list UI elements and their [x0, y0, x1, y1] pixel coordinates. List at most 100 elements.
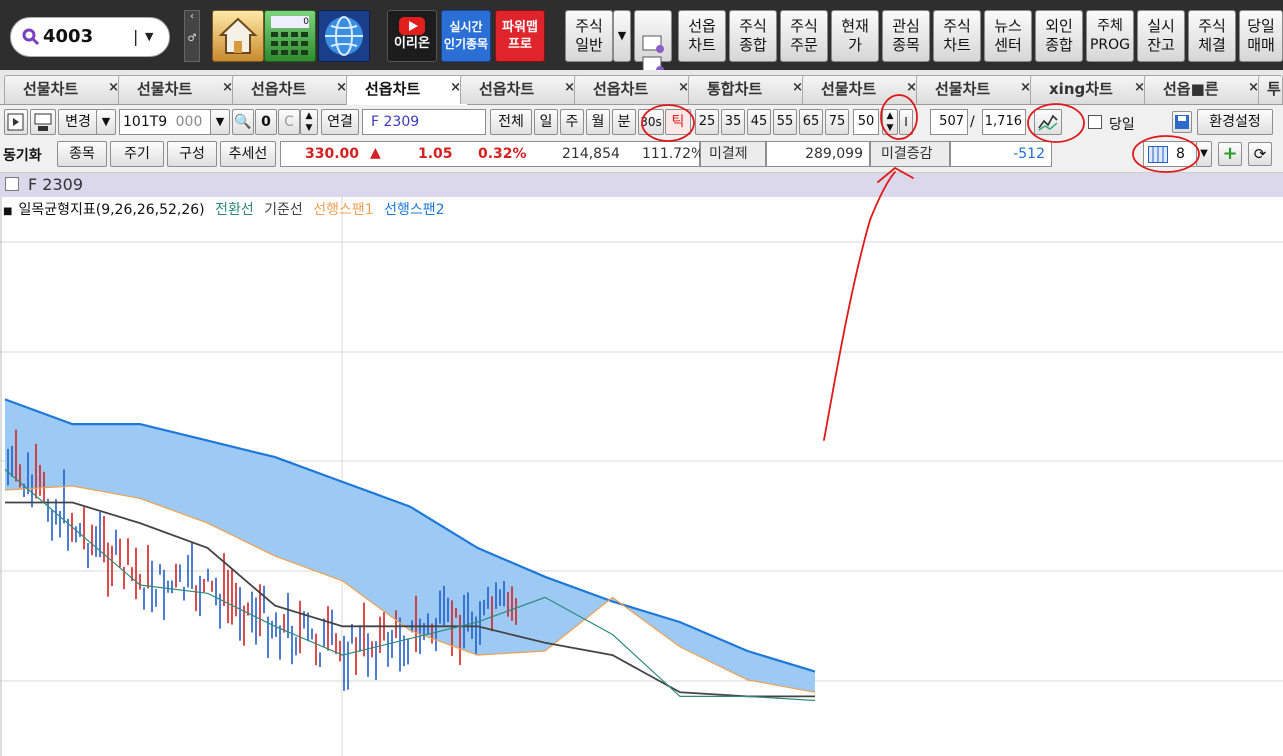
link-button[interactable]: 연결 [321, 109, 359, 135]
period-30s-button[interactable]: 30s [638, 109, 664, 135]
tab-options-chart-4[interactable]: 선옵차트 × [574, 75, 696, 104]
chart-select-checkbox[interactable] [5, 177, 19, 191]
tick-25-button[interactable]: 25 [695, 109, 719, 135]
tab-options-chart-active[interactable]: 선옵차트 × [346, 75, 468, 105]
menu-futures-options-chart[interactable]: 선옵 차트 [678, 10, 726, 62]
tick-55-button[interactable]: 55 [773, 109, 797, 135]
save-icon[interactable] [1172, 111, 1192, 133]
current-price: 330.00 [305, 146, 360, 162]
tab-label: 선물차트 [935, 80, 991, 98]
stock-search-box[interactable]: 4003 | ▼ [10, 17, 170, 57]
bar-count-separator: / [970, 114, 975, 130]
menu-watchlist[interactable]: 관심 종목 [882, 10, 930, 62]
globe-icon[interactable] [318, 10, 370, 62]
cursor-mode-icon[interactable]: I [899, 109, 913, 135]
tick-spin-arrows-icon[interactable]: ▲ ▼ [882, 109, 898, 135]
chart-style-icon[interactable] [1034, 109, 1062, 135]
today-checkbox[interactable] [1088, 115, 1102, 129]
search-icon[interactable]: 🔍 [232, 109, 254, 135]
menu-stock-execution[interactable]: 주식 체결 [1188, 10, 1236, 62]
spin-arrows-icon[interactable]: ▲ ▼ [300, 109, 318, 135]
price-change-pct: 0.32% [478, 146, 527, 162]
powermap-pro-button[interactable]: 파워맵 프로 [495, 10, 545, 62]
cloud-segment [342, 481, 410, 631]
tab-futures-chart-4[interactable]: 선물차트 × [916, 75, 1038, 104]
menu-investor-program[interactable]: 주체 PROG [1086, 10, 1134, 62]
tab-futures-chart-1[interactable]: 선물차트 × [4, 75, 126, 104]
cloud-segment [545, 576, 613, 651]
save-layout-icon[interactable] [30, 109, 56, 135]
screen-settings-icon[interactable] [634, 10, 672, 74]
zero-icon[interactable]: 0 [255, 109, 277, 135]
indicator-name: 일목균형지표(9,26,26,52,26) [18, 202, 205, 218]
tab-integrated-chart[interactable]: 통합차트 × [688, 75, 810, 104]
refresh-icon[interactable]: ⟳ [1248, 142, 1272, 166]
calculator-icon[interactable]: 0 [264, 10, 316, 62]
c-icon[interactable]: C [278, 109, 300, 135]
period-day-button[interactable]: 일 [534, 109, 558, 135]
menu-stock-overview[interactable]: 주식 종합 [729, 10, 777, 62]
tab-options-chart-1[interactable]: 선옵차트 × [232, 75, 354, 104]
period-button[interactable]: 주기 [110, 141, 164, 167]
text-caret: | [133, 27, 139, 46]
change-button[interactable]: 변경 [58, 109, 98, 135]
symbol-code-value: 101T9 [123, 114, 168, 130]
home-icon[interactable] [212, 10, 264, 62]
grid-count-select[interactable]: 8 [1143, 141, 1197, 167]
tab-label: 투 [1267, 80, 1281, 98]
search-dropdown-icon[interactable]: ▼ [145, 30, 153, 43]
legend-leading-span-2: 선행스팬2 [384, 202, 445, 218]
tab-label: 선옵차트 [365, 80, 421, 98]
menu-realtime-balance[interactable]: 실시 잔고 [1137, 10, 1185, 62]
tick-35-button[interactable]: 35 [721, 109, 745, 135]
volume-ratio: 111.72% [642, 146, 705, 162]
chevron-down-icon[interactable]: ▼ [1196, 141, 1212, 167]
period-week-button[interactable]: 주 [560, 109, 584, 135]
grid-count-value: 8 [1176, 146, 1185, 162]
tab-xing-chart[interactable]: xing차트 × [1030, 75, 1152, 104]
tick-65-button[interactable]: 65 [799, 109, 823, 135]
search-value[interactable]: 4003 [43, 26, 93, 47]
chevron-down-icon[interactable]: ▼ [210, 109, 230, 135]
menu-current-price[interactable]: 현재 가 [831, 10, 879, 62]
chart-symbol-title: F 2309 [28, 175, 84, 194]
settings-button[interactable]: 환경설정 [1197, 109, 1273, 135]
add-icon[interactable]: + [1218, 142, 1242, 166]
sync-label: 동기화 [3, 148, 42, 164]
volume: 214,854 [562, 146, 620, 162]
menu-today-trades[interactable]: 당일 매매 [1239, 10, 1283, 62]
tick-75-button[interactable]: 75 [825, 109, 849, 135]
period-tick-button[interactable]: 틱 [665, 109, 691, 135]
menu-stock-order[interactable]: 주식 주문 [780, 10, 828, 62]
period-all-button[interactable]: 전체 [490, 109, 532, 135]
today-label: 당일 [1109, 117, 1135, 133]
tab-futures-chart-2[interactable]: 선물차트 × [118, 75, 240, 104]
chevron-down-icon[interactable]: ▼ [613, 10, 631, 62]
menu-stock-general[interactable]: 주식 일반 [565, 10, 613, 62]
symbol-code-input[interactable]: 101T9 000 [119, 109, 211, 135]
stock-button[interactable]: 종목 [57, 141, 107, 167]
period-month-button[interactable]: 월 [586, 109, 610, 135]
irion-youtube-button[interactable]: 이리온 [387, 10, 437, 62]
menu-news-center[interactable]: 뉴스 센터 [984, 10, 1032, 62]
ichimoku-chart[interactable] [0, 197, 1283, 756]
up-arrow-icon: ▲ [370, 145, 381, 161]
tab-futures-chart-3[interactable]: 선물차트 × [802, 75, 924, 104]
menu-foreign-overview[interactable]: 외인 종합 [1035, 10, 1083, 62]
trendline-button[interactable]: 추세선 [220, 141, 276, 167]
config-button[interactable]: 구성 [167, 141, 217, 167]
tab-options-chart-3[interactable]: 선옵차트 × [460, 75, 582, 104]
toolbar-scroll-arrows[interactable]: ‹ ♂ [184, 10, 200, 62]
chevron-down-icon[interactable]: ▼ [96, 109, 116, 135]
panel-toggle-icon[interactable] [4, 109, 28, 135]
period-minute-button[interactable]: 분 [612, 109, 636, 135]
tick-count-input[interactable]: 50 [853, 109, 879, 135]
chart-legend: ■ 일목균형지표(9,26,26,52,26) 전환선 기준선 선행스팬1 선행스… [3, 199, 451, 219]
price-change: 1.05 [418, 146, 453, 162]
realtime-popular-button[interactable]: 실시간 인기종목 [441, 10, 491, 62]
bar-position-input[interactable]: 507 [930, 109, 968, 135]
menu-stock-chart[interactable]: 주식 차트 [933, 10, 981, 62]
tab-options-fast[interactable]: 선옵■른 × [1144, 75, 1266, 104]
tick-45-button[interactable]: 45 [747, 109, 771, 135]
tab-overflow[interactable]: 투 [1258, 75, 1283, 104]
